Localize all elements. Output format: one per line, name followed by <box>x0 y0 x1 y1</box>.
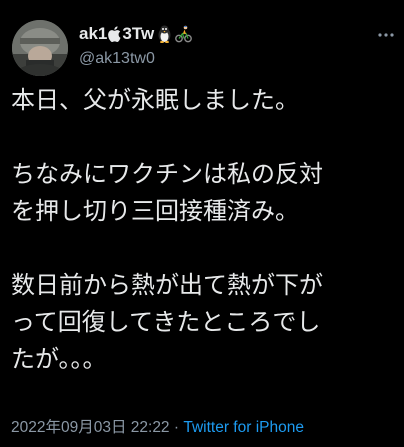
tweet-line: を押し切り三回接種済み。 <box>11 197 299 225</box>
tweet-text: 本日、父が永眠しました。 ちなみにワクチンは私の反対 を押し切り三回接種済み。 … <box>11 82 397 378</box>
apple-icon <box>108 26 121 42</box>
avatar-image <box>12 20 68 76</box>
tweet-line: 本日、父が永眠しました。 <box>11 86 299 114</box>
display-name-prefix: ak1 <box>79 24 108 43</box>
tweet: ak1 3Tw @ak13tw0 本日、父が永眠しました。 ちなみにワクチンは私… <box>0 0 404 447</box>
display-name[interactable]: ak1 3Tw <box>79 22 193 46</box>
tweet-line: って回復してきたところでし <box>11 308 321 336</box>
tweet-source-link[interactable]: Twitter for iPhone <box>183 419 304 436</box>
cyclist-icon <box>175 25 193 43</box>
tweet-line: たが。。。 <box>11 345 107 373</box>
tweet-line: ちなみにワクチンは私の反対 <box>11 160 323 188</box>
penguin-icon <box>156 25 173 43</box>
user-handle[interactable]: @ak13tw0 <box>79 50 155 68</box>
meta-separator: · <box>173 419 180 436</box>
more-options-icon[interactable] <box>377 26 395 44</box>
tweet-timestamp[interactable]: 2022年09月03日 22:22 <box>11 419 170 436</box>
tweet-line: 数日前から熱が出て熱が下が <box>11 271 323 299</box>
display-name-suffix: 3Tw <box>122 24 155 43</box>
tweet-line <box>11 119 397 156</box>
tweet-meta: 2022年09月03日 22:22 · Twitter for iPhone <box>11 415 304 437</box>
tweet-line <box>11 230 397 267</box>
avatar[interactable] <box>12 20 68 76</box>
